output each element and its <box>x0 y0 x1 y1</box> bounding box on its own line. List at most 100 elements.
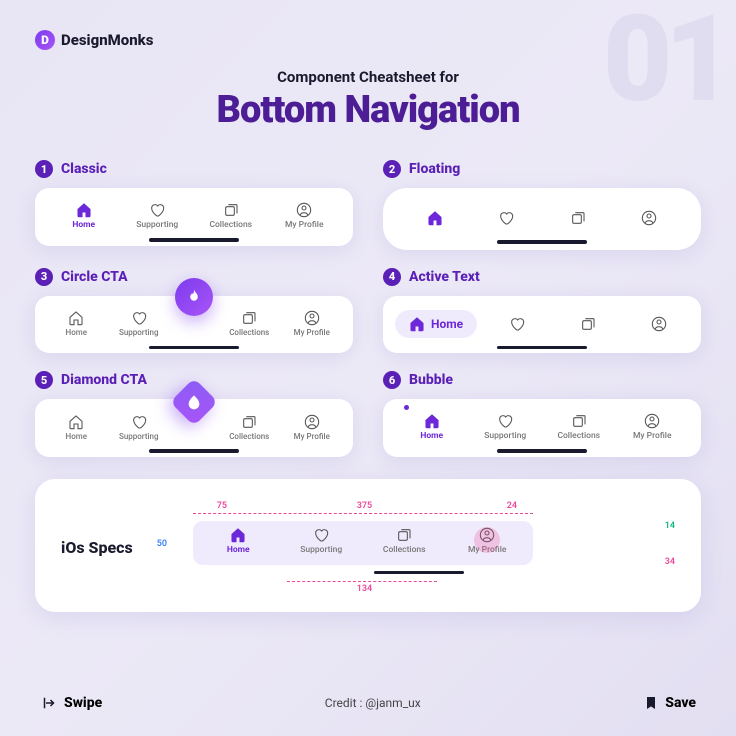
nav-home[interactable]: Home <box>47 202 121 230</box>
section-title-floating: Floating <box>409 161 460 177</box>
bubble-indicator <box>404 405 409 410</box>
dim-h1: 50 <box>157 539 167 549</box>
collections-icon <box>223 202 239 218</box>
badge-5: 5 <box>35 371 53 389</box>
navbar-circle-cta: Home Supporting Collections My Profile <box>35 296 353 354</box>
navbar-classic: Home Supporting Collections My Profile <box>35 188 353 246</box>
home-indicator <box>149 449 239 453</box>
subtitle: Component Cheatsheet for <box>35 68 701 86</box>
nav-label: Supporting <box>136 220 178 230</box>
nav-home[interactable]: Home <box>395 413 469 441</box>
collections-icon <box>396 527 412 543</box>
nav-supporting[interactable]: Supporting <box>110 310 169 337</box>
heart-icon <box>509 316 525 332</box>
nav-collections[interactable] <box>558 316 619 332</box>
dim-w2: 375 <box>357 501 372 511</box>
nav-home[interactable] <box>399 210 471 226</box>
brand-name: DesignMonks <box>61 31 153 49</box>
nav-label: Supporting <box>119 432 159 441</box>
nav-supporting[interactable]: Supporting <box>469 413 543 441</box>
home-icon <box>424 413 440 429</box>
specs-title: iOs Specs <box>61 538 133 557</box>
nav-label: Supporting <box>300 545 342 555</box>
badge-1: 1 <box>35 160 53 178</box>
nav-label: My Profile <box>468 545 507 555</box>
nav-label: Home <box>72 220 95 230</box>
nav-label: My Profile <box>285 220 324 230</box>
collections-icon <box>570 210 586 226</box>
nav-supporting[interactable]: Supporting <box>110 414 169 441</box>
nav-supporting[interactable]: Supporting <box>280 527 363 559</box>
profile-icon <box>304 414 320 430</box>
nav-profile[interactable]: My Profile <box>283 414 342 441</box>
credit-text: Credit : @janm_ux <box>325 696 421 710</box>
nav-collections[interactable]: Collections <box>220 310 279 337</box>
navbar-bubble: Home Supporting Collections My Profile <box>383 399 701 457</box>
nav-label: Collections <box>229 432 269 441</box>
section-classic: 1 Classic Home Supporting Collections <box>35 160 353 250</box>
nav-supporting[interactable]: Supporting <box>121 202 195 230</box>
nav-collections[interactable]: Collections <box>194 202 268 230</box>
dim-w4: 134 <box>357 584 372 594</box>
home-indicator <box>497 346 587 350</box>
nav-label: Home <box>66 432 87 441</box>
section-floating: 2 Floating <box>383 160 701 250</box>
profile-icon <box>651 316 667 332</box>
heart-icon <box>149 202 165 218</box>
home-indicator <box>497 240 587 244</box>
heart-icon <box>131 414 147 430</box>
nav-collections[interactable] <box>542 210 614 226</box>
nav-label: Home <box>420 431 443 441</box>
nav-supporting[interactable] <box>471 210 543 226</box>
nav-profile[interactable]: My Profile <box>616 413 690 441</box>
nav-home[interactable]: Home <box>47 310 106 337</box>
section-active-text: 4 Active Text Home <box>383 268 701 354</box>
cta-button-circle[interactable] <box>175 278 213 316</box>
nav-label: My Profile <box>633 431 672 441</box>
collections-icon <box>580 316 596 332</box>
home-icon <box>230 527 246 543</box>
section-title-classic: Classic <box>61 161 107 177</box>
navbar-active-text: Home <box>383 296 701 354</box>
brand-icon: D <box>35 30 55 50</box>
collections-icon <box>241 414 257 430</box>
nav-home-pill[interactable]: Home <box>395 310 477 338</box>
nav-label: My Profile <box>294 432 330 441</box>
nav-home[interactable]: Home <box>197 527 280 559</box>
pill-label: Home <box>431 317 463 331</box>
navbar-diamond-cta: Home Supporting Collections My Profile <box>35 399 353 457</box>
nav-supporting[interactable] <box>487 316 548 332</box>
heart-icon <box>498 210 514 226</box>
home-indicator <box>374 571 464 575</box>
home-indicator <box>149 238 239 242</box>
badge-6: 6 <box>383 371 401 389</box>
specs-navbar: Home Supporting Collections My Profile <box>193 521 533 565</box>
bookmark-icon <box>643 695 659 711</box>
nav-label: Collections <box>383 545 426 555</box>
nav-profile[interactable]: My Profile <box>446 527 529 559</box>
nav-label: Collections <box>557 431 600 441</box>
home-icon <box>427 210 443 226</box>
nav-collections[interactable]: Collections <box>363 527 446 559</box>
page-title: Bottom Navigation <box>35 88 701 132</box>
nav-collections[interactable]: Collections <box>542 413 616 441</box>
swipe-label: Swipe <box>64 695 102 711</box>
brand: D DesignMonks <box>35 30 701 50</box>
nav-profile[interactable] <box>614 210 686 226</box>
section-title-diamond: Diamond CTA <box>61 372 147 388</box>
home-indicator <box>149 346 239 350</box>
nav-label: Supporting <box>119 328 159 337</box>
collections-icon <box>571 413 587 429</box>
specs-card: iOs Specs 75 375 24 50 14 34 134 Home Su… <box>35 479 701 613</box>
swipe-action[interactable]: Swipe <box>40 694 102 712</box>
nav-profile[interactable]: My Profile <box>268 202 342 230</box>
nav-profile[interactable]: My Profile <box>283 310 342 337</box>
home-icon <box>68 310 84 326</box>
save-action[interactable]: Save <box>643 695 696 711</box>
specs-diagram: 75 375 24 50 14 34 134 Home Supporting C… <box>157 501 675 595</box>
nav-collections[interactable]: Collections <box>220 414 279 441</box>
nav-profile[interactable] <box>628 316 689 332</box>
section-diamond-cta: 5 Diamond CTA Home Supporting Collection… <box>35 371 353 457</box>
nav-home[interactable]: Home <box>47 414 106 441</box>
badge-2: 2 <box>383 160 401 178</box>
